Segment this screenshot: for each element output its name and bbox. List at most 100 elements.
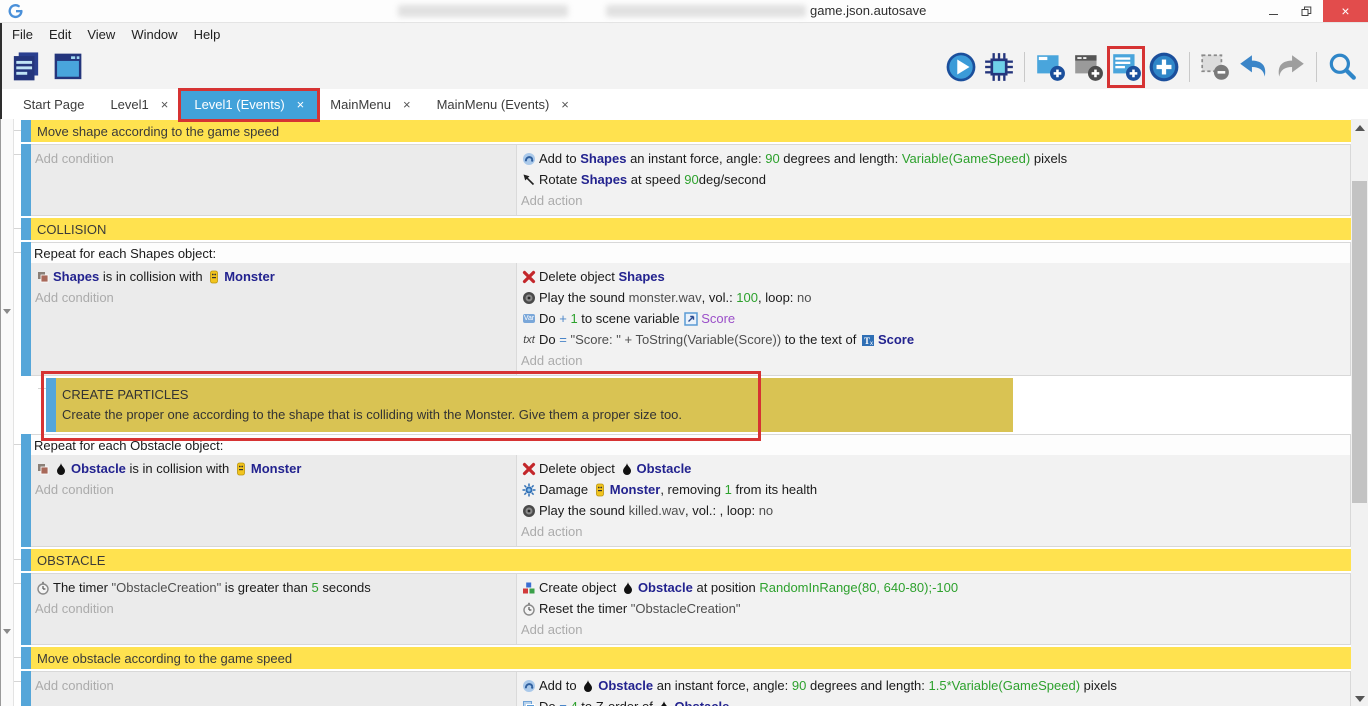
sound-icon	[522, 504, 536, 518]
comment-text: Create the proper one according to the s…	[62, 405, 1013, 425]
tab-close-icon[interactable]: ×	[297, 97, 305, 112]
action-row[interactable]: VarDo + 1 to scene variable Score	[521, 308, 1350, 329]
add-action-link[interactable]: Add action	[521, 619, 1350, 640]
repeat-header[interactable]: Repeat for each Shapes object:	[31, 243, 1350, 263]
vertical-scrollbar[interactable]	[1351, 119, 1368, 706]
timer-icon	[522, 602, 536, 616]
action-row[interactable]: Add to Shapes an instant force, angle: 9…	[521, 148, 1350, 169]
text-segment: Do	[539, 311, 559, 326]
minimize-button[interactable]	[1257, 0, 1290, 22]
monster-icon	[207, 270, 221, 284]
add-event-button[interactable]	[1032, 47, 1068, 87]
text-segment: Shapes	[581, 172, 627, 187]
tab-level1[interactable]: Level1 ×	[97, 89, 181, 119]
action-row[interactable]: Create object Obstacle at position Rando…	[521, 577, 1350, 598]
redacted-title-segment	[398, 5, 568, 17]
action-row[interactable]: Play the sound monster.wav, vol.: 100, l…	[521, 287, 1350, 308]
monster-icon	[593, 483, 607, 497]
menu-window[interactable]: Window	[123, 27, 185, 42]
undo-button[interactable]	[1235, 47, 1271, 87]
text-segment: =	[559, 332, 570, 347]
debugger-button[interactable]	[981, 47, 1017, 87]
add-condition-link[interactable]: Add condition	[35, 675, 516, 696]
minimize-icon	[1269, 14, 1278, 15]
menu-edit[interactable]: Edit	[41, 27, 79, 42]
delete-event-button[interactable]	[1197, 47, 1233, 87]
text-segment: Delete object	[539, 269, 619, 284]
condition-row[interactable]: Obstacle is in collision with Monster	[35, 458, 516, 479]
standard-event[interactable]: Add conditionAdd to Shapes an instant fo…	[21, 144, 1351, 216]
add-comment-icon	[1110, 51, 1142, 83]
text-segment: Do	[539, 332, 559, 347]
text-segment: an instant force, angle:	[653, 678, 792, 693]
restore-button[interactable]	[1290, 0, 1323, 22]
menu-file[interactable]: File	[4, 27, 41, 42]
repeat-header[interactable]: Repeat for each Obstacle object:	[31, 435, 1350, 455]
add-object-button[interactable]	[1146, 47, 1182, 87]
tab-close-icon[interactable]: ×	[561, 97, 569, 112]
zorder-icon	[522, 700, 536, 706]
action-row[interactable]: Reset the timer "ObstacleCreation"	[521, 598, 1350, 619]
damage-icon	[522, 483, 536, 497]
comment-event[interactable]: COLLISION	[21, 218, 1351, 240]
comment-event[interactable]: Move obstacle according to the game spee…	[21, 647, 1351, 669]
standard-event[interactable]: Add conditionAdd to Obstacle an instant …	[21, 671, 1351, 706]
text-segment: from its health	[732, 482, 817, 497]
text-segment: RandomInRange(80, 640-80);-100	[759, 580, 958, 595]
scrollbar-thumb[interactable]	[1352, 181, 1367, 503]
conditions-column: Add condition	[31, 145, 516, 215]
action-row[interactable]: Add to Obstacle an instant force, angle:…	[521, 675, 1350, 696]
fold-arrow-icon[interactable]	[3, 629, 11, 634]
preview-play-button[interactable]	[943, 47, 979, 87]
tab-start-page[interactable]: Start Page	[10, 89, 97, 119]
add-subevent-button[interactable]	[1070, 47, 1106, 87]
tab-mainmenu[interactable]: MainMenu×	[317, 89, 423, 119]
add-action-link[interactable]: Add action	[521, 190, 1350, 211]
repeat-event[interactable]: Repeat for each Obstacle object: Obstacle…	[21, 434, 1351, 547]
tab-label: MainMenu (Events)	[437, 97, 550, 112]
add-condition-link[interactable]: Add condition	[35, 148, 516, 169]
add-condition-link[interactable]: Add condition	[35, 479, 516, 500]
scroll-down-icon[interactable]	[1355, 696, 1365, 702]
comment-text: COLLISION	[31, 218, 1351, 240]
text-segment: to scene variable	[578, 311, 684, 326]
standard-event[interactable]: The timer "ObstacleCreation" is greater …	[21, 573, 1351, 645]
close-button[interactable]: ×	[1323, 0, 1368, 22]
scene-editor-button[interactable]	[50, 47, 86, 87]
title-bar: game.json.autosave ×	[0, 0, 1368, 23]
project-manager-button[interactable]	[8, 47, 44, 87]
fold-arrow-icon[interactable]	[3, 309, 11, 314]
action-row[interactable]: Damage Monster, removing 1 from its heal…	[521, 479, 1350, 500]
condition-row[interactable]: The timer "ObstacleCreation" is greater …	[35, 577, 516, 598]
action-row[interactable]: Play the sound killed.wav, vol.: , loop:…	[521, 500, 1350, 521]
add-comment-button[interactable]	[1108, 47, 1144, 87]
add-condition-link[interactable]: Add condition	[35, 598, 516, 619]
menu-help[interactable]: Help	[186, 27, 229, 42]
action-row[interactable]: Delete object Shapes	[521, 266, 1350, 287]
search-button[interactable]	[1324, 47, 1360, 87]
text-segment: Play the sound	[539, 290, 629, 305]
add-condition-link[interactable]: Add condition	[35, 287, 516, 308]
comment-event[interactable]: OBSTACLE	[21, 549, 1351, 571]
action-row[interactable]: Delete object Obstacle	[521, 458, 1350, 479]
text-segment: 100	[736, 290, 758, 305]
scroll-up-icon[interactable]	[1355, 125, 1365, 131]
repeat-event[interactable]: Repeat for each Shapes object:Shapes is …	[21, 242, 1351, 376]
comment-sub-event[interactable]: CREATE PARTICLESCreate the proper one ac…	[46, 378, 1013, 432]
redo-button[interactable]	[1273, 47, 1309, 87]
tab-close-icon[interactable]: ×	[403, 97, 411, 112]
menu-view[interactable]: View	[79, 27, 123, 42]
text-segment: degrees and length:	[806, 678, 928, 693]
tab-level1-events-[interactable]: Level1 (Events)×	[181, 89, 317, 119]
action-row[interactable]: txtDo = "Score: " + ToString(Variable(Sc…	[521, 329, 1350, 350]
tab-mainmenu-events-[interactable]: MainMenu (Events) ×	[424, 89, 582, 119]
add-action-link[interactable]: Add action	[521, 521, 1350, 542]
conditions-column: Shapes is in collision with MonsterAdd c…	[31, 263, 516, 375]
condition-row[interactable]: Shapes is in collision with Monster	[35, 266, 516, 287]
add-action-link[interactable]: Add action	[521, 350, 1350, 371]
action-row[interactable]: Rotate Shapes at speed 90deg/second	[521, 169, 1350, 190]
comment-event[interactable]: Move shape according to the game speed	[21, 120, 1351, 142]
tab-label: Level1	[110, 97, 148, 112]
text-segment: Shapes	[580, 151, 626, 166]
tab-close-icon[interactable]: ×	[161, 97, 169, 112]
